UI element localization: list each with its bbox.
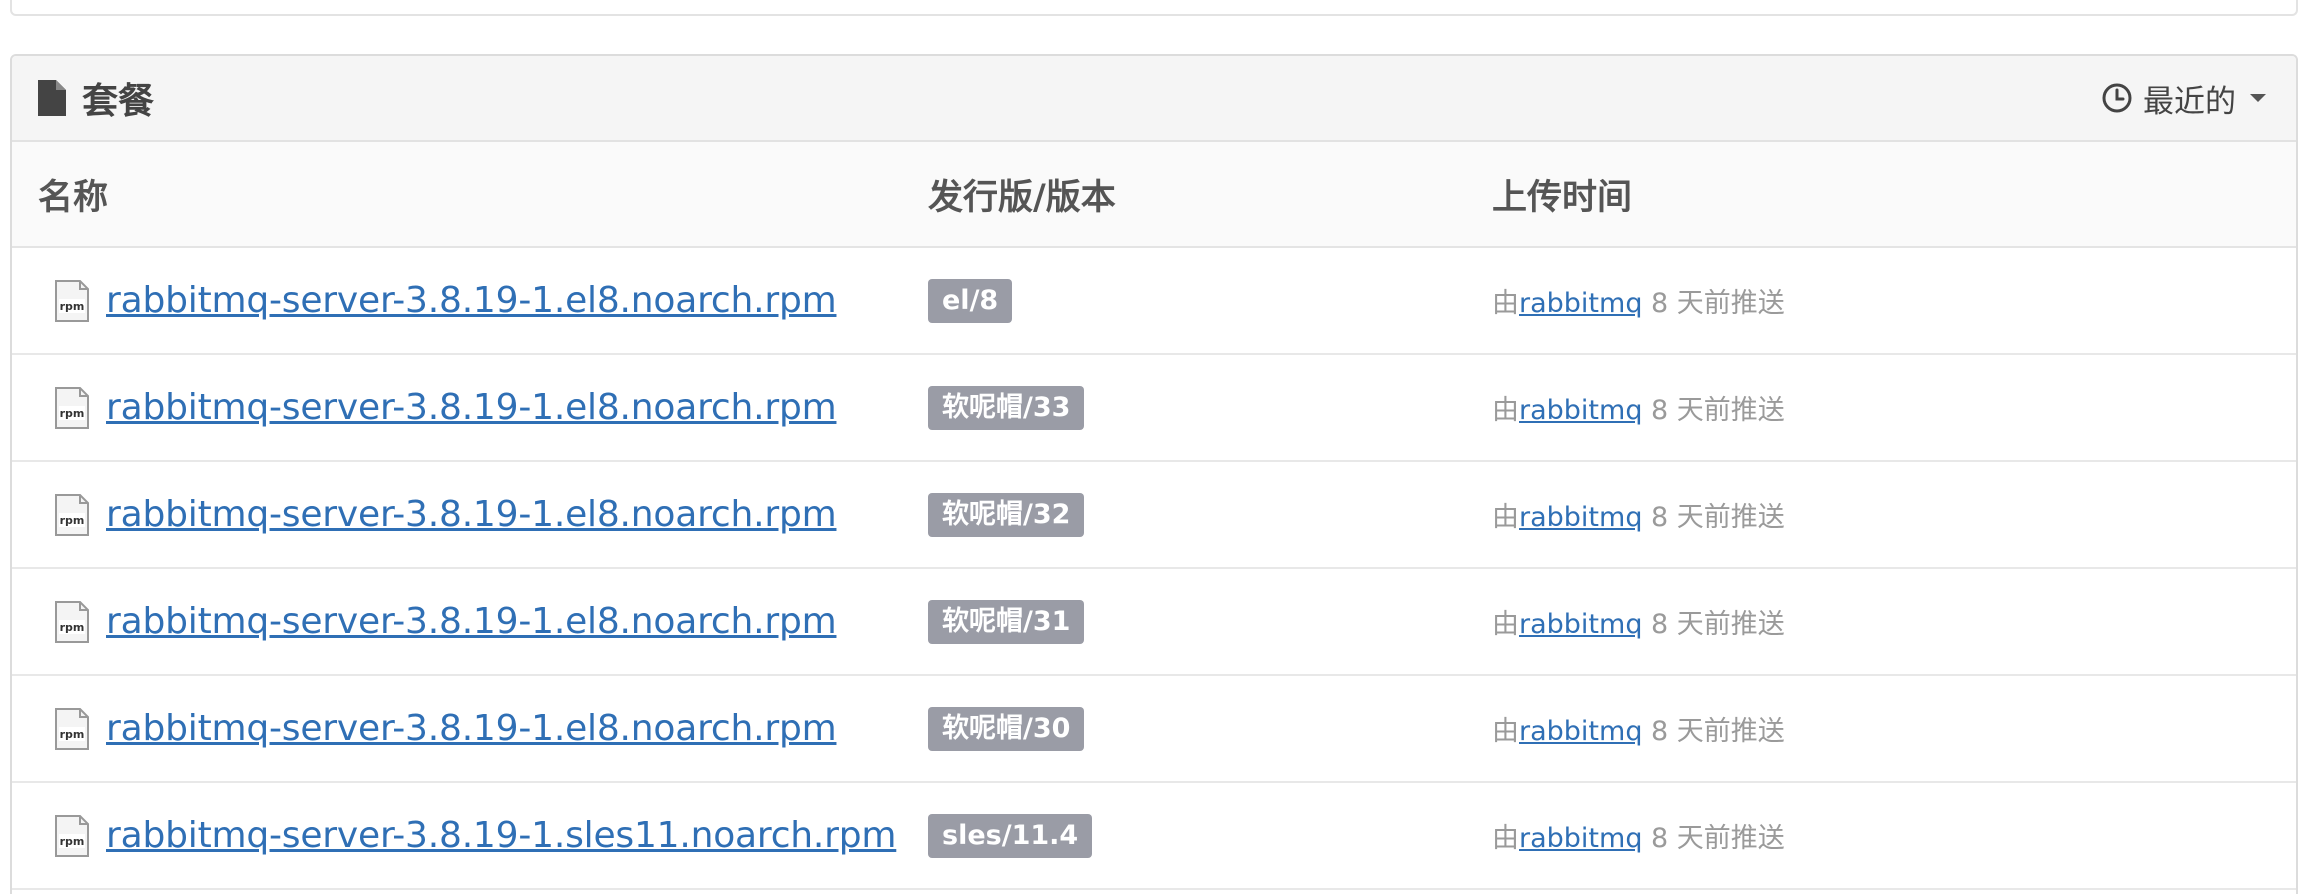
uploaded-cell: 由rabbitmq 8 天前推送 [1492,568,2296,676]
distro-cell: 软呢帽/31 [928,568,1492,676]
user-link[interactable]: rabbitmq [1519,609,1642,640]
sort-label: 最近的 [2143,83,2236,120]
svg-text:rpm: rpm [60,514,85,527]
table-row: rpm rabbitmq-server-3.8.19-1.el8.noarch.… [12,354,2296,462]
previous-card-edge [10,0,2298,16]
uploaded-cell: 由rabbitmq 8 天前推送 [1492,354,2296,462]
distro-cell: 软呢帽/32 [928,461,1492,569]
header-distro[interactable]: 发行版/版本 [928,142,1492,248]
package-link[interactable]: rabbitmq-server-3.8.19-1.el8.noarch.rpm [106,494,837,535]
rpm-file-icon: rpm [55,814,89,857]
name-cell-content: rpm rabbitmq-server-3.8.19-1.el8.noarch.… [12,386,928,430]
file-icon [38,80,66,116]
table-header-row: 名称 发行版/版本 上传时间 [12,142,2296,248]
distro-badge[interactable]: sles/11.4 [928,813,1093,858]
user-link[interactable]: rabbitmq [1519,395,1642,426]
pushed-time: 8 天前推送 [1642,716,1785,747]
distro-badge[interactable]: 软呢帽/31 [928,599,1085,644]
user-link[interactable]: rabbitmq [1519,823,1642,854]
rpm-file-icon: rpm [55,600,89,643]
distro-cell: sles/11.4 [928,782,1492,890]
sort-dropdown[interactable]: 最近的 [2101,76,2266,121]
name-cell-content: rpm rabbitmq-server-3.8.19-1.el8.noarch.… [12,600,928,644]
pushed-time: 8 天前推送 [1642,502,1785,533]
table-row: rpm rabbitmq-server-3.8.19-1.sles11.noar… [12,782,2296,890]
by-prefix: 由 [1492,395,1519,426]
user-link[interactable]: rabbitmq [1519,502,1642,533]
panel-header: 套餐 最近的 [12,56,2296,142]
uploaded-cell: 由rabbitmq 8 天前推送 [1492,782,2296,890]
header-name[interactable]: 名称 [12,142,928,248]
page-root: 套餐 最近的 名称 发行版/版本 上传时间 rpm rabbitmq-serve… [0,0,2310,894]
svg-text:rpm: rpm [60,728,85,741]
chevron-down-icon [2250,94,2266,102]
panel-title-text: 套餐 [82,81,155,122]
clock-icon [2102,83,2132,113]
table-body: rpm rabbitmq-server-3.8.19-1.el8.noarch.… [12,247,2296,890]
package-link[interactable]: rabbitmq-server-3.8.19-1.el8.noarch.rpm [106,387,837,428]
svg-text:rpm: rpm [60,300,85,313]
pushed-time: 8 天前推送 [1642,609,1785,640]
rpm-file-icon: rpm [55,707,89,750]
table-row: rpm rabbitmq-server-3.8.19-1.el8.noarch.… [12,568,2296,676]
svg-text:rpm: rpm [60,407,85,420]
table-row: rpm rabbitmq-server-3.8.19-1.el8.noarch.… [12,461,2296,569]
name-cell-content: rpm rabbitmq-server-3.8.19-1.sles11.noar… [12,814,928,858]
package-link[interactable]: rabbitmq-server-3.8.19-1.el8.noarch.rpm [106,280,837,321]
distro-badge[interactable]: 软呢帽/32 [928,492,1085,537]
table-row: rpm rabbitmq-server-3.8.19-1.el8.noarch.… [12,675,2296,783]
distro-cell: 软呢帽/30 [928,675,1492,783]
header-uploaded[interactable]: 上传时间 [1492,142,2296,248]
rpm-file-icon: rpm [55,493,89,536]
package-link[interactable]: rabbitmq-server-3.8.19-1.el8.noarch.rpm [106,601,837,642]
distro-cell: el/8 [928,247,1492,355]
package-link[interactable]: rabbitmq-server-3.8.19-1.sles11.noarch.r… [106,815,896,856]
distro-cell: 软呢帽/33 [928,354,1492,462]
name-cell: rpm rabbitmq-server-3.8.19-1.el8.noarch.… [12,461,928,569]
by-prefix: 由 [1492,502,1519,533]
by-prefix: 由 [1492,609,1519,640]
panel-title: 套餐 [38,72,154,124]
svg-text:rpm: rpm [60,621,85,634]
by-prefix: 由 [1492,716,1519,747]
user-link[interactable]: rabbitmq [1519,288,1642,319]
svg-text:rpm: rpm [60,835,85,848]
package-link[interactable]: rabbitmq-server-3.8.19-1.el8.noarch.rpm [106,708,837,749]
by-prefix: 由 [1492,288,1519,319]
uploaded-cell: 由rabbitmq 8 天前推送 [1492,675,2296,783]
pushed-time: 8 天前推送 [1642,288,1785,319]
name-cell: rpm rabbitmq-server-3.8.19-1.el8.noarch.… [12,675,928,783]
name-cell-content: rpm rabbitmq-server-3.8.19-1.el8.noarch.… [12,493,928,537]
name-cell-content: rpm rabbitmq-server-3.8.19-1.el8.noarch.… [12,707,928,751]
rpm-file-icon: rpm [55,386,89,429]
distro-badge[interactable]: el/8 [928,278,1013,323]
name-cell: rpm rabbitmq-server-3.8.19-1.el8.noarch.… [12,354,928,462]
table-row: rpm rabbitmq-server-3.8.19-1.el8.noarch.… [12,247,2296,355]
name-cell-content: rpm rabbitmq-server-3.8.19-1.el8.noarch.… [12,279,928,323]
distro-badge[interactable]: 软呢帽/33 [928,385,1085,430]
pushed-time: 8 天前推送 [1642,823,1785,854]
name-cell: rpm rabbitmq-server-3.8.19-1.sles11.noar… [12,782,928,890]
packages-table: 名称 发行版/版本 上传时间 rpm rabbitmq-server-3.8.1… [12,142,2296,890]
packages-panel: 套餐 最近的 名称 发行版/版本 上传时间 rpm rabbitmq-serve… [10,54,2298,894]
uploaded-cell: 由rabbitmq 8 天前推送 [1492,461,2296,569]
uploaded-cell: 由rabbitmq 8 天前推送 [1492,247,2296,355]
distro-badge[interactable]: 软呢帽/30 [928,706,1085,751]
name-cell: rpm rabbitmq-server-3.8.19-1.el8.noarch.… [12,568,928,676]
rpm-file-icon: rpm [55,279,89,322]
user-link[interactable]: rabbitmq [1519,716,1642,747]
pushed-time: 8 天前推送 [1642,395,1785,426]
name-cell: rpm rabbitmq-server-3.8.19-1.el8.noarch.… [12,247,928,355]
by-prefix: 由 [1492,823,1519,854]
